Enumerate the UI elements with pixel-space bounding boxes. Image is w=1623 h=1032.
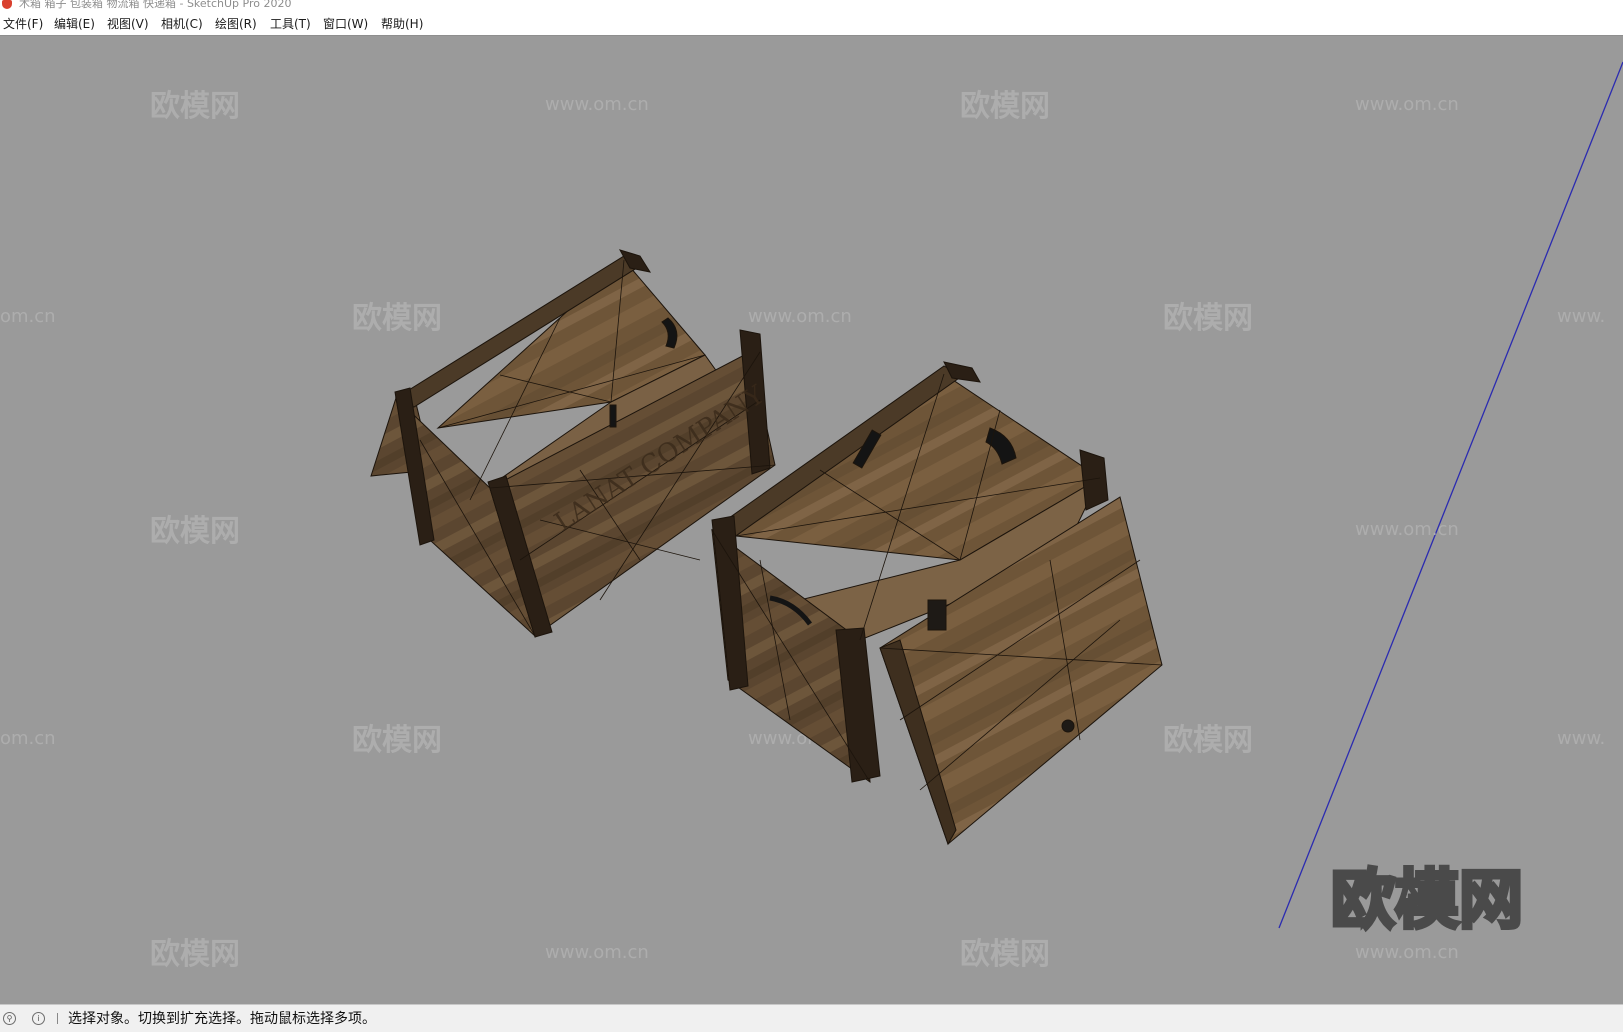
menu-file[interactable]: 文件(F) [3, 16, 43, 32]
watermark-brand: 欧模网 [150, 937, 240, 972]
watermark-brand: 欧模网 [352, 723, 442, 758]
watermark-brand: 欧模网 [150, 89, 240, 124]
watermark-brand: 欧模网 [1163, 723, 1253, 758]
watermark-url: www.om.cn [1355, 942, 1459, 963]
menu-window[interactable]: 窗口(W) [323, 16, 368, 32]
watermark-brand: 欧模网 [352, 301, 442, 336]
watermark-url-partial: om.cn [0, 728, 56, 749]
window-title: 木箱 箱子 包装箱 物流箱 快递箱 - SketchUp Pro 2020 [19, 0, 292, 10]
menu-bar: 文件(F) 编辑(E) 视图(V) 相机(C) 绘图(R) 工具(T) 窗口(W… [0, 12, 1623, 36]
status-separator [57, 1013, 58, 1024]
menu-tools[interactable]: 工具(T) [270, 16, 311, 32]
status-message: 选择对象。切换到扩充选择。拖动鼠标选择多项。 [68, 1011, 376, 1027]
title-bar: 木箱 箱子 包装箱 物流箱 快递箱 - SketchUp Pro 2020 [0, 0, 1623, 12]
menu-view[interactable]: 视图(V) [107, 16, 149, 32]
watermark-url: www.om.cn [1355, 94, 1459, 115]
watermark-url: www.om.cn [545, 94, 649, 115]
geo-location-icon[interactable]: ⚲ [3, 1012, 16, 1025]
menu-help[interactable]: 帮助(H) [381, 16, 423, 32]
sketchup-logo-icon [2, 0, 12, 9]
watermark-brand: 欧模网 [1163, 301, 1253, 336]
watermark-logo: 欧模网 [1331, 864, 1523, 938]
right-crate-model[interactable] [711, 361, 1163, 846]
menu-draw[interactable]: 绘图(R) [215, 16, 257, 32]
watermark-url: www.om.cn [1355, 519, 1459, 540]
status-bar: ⚲ i 选择对象。切换到扩充选择。拖动鼠标选择多项。 [0, 1004, 1623, 1032]
watermark-url: www.om.cn [545, 942, 649, 963]
menu-camera[interactable]: 相机(C) [161, 16, 203, 32]
watermark-url-partial: om.cn [0, 306, 56, 327]
watermark-url-partial: www. [1557, 306, 1605, 327]
watermark-url-partial: www. [1557, 728, 1605, 749]
watermark-brand: 欧模网 [960, 937, 1050, 972]
viewport-canvas[interactable]: 欧模网 www.om.cn 欧模网 www.om.cn om.cn 欧模网 ww… [0, 36, 1623, 1004]
model-viewport[interactable]: 欧模网 www.om.cn 欧模网 www.om.cn om.cn 欧模网 ww… [0, 36, 1623, 1004]
info-icon[interactable]: i [32, 1012, 45, 1025]
watermark-brand: 欧模网 [150, 514, 240, 549]
menu-edit[interactable]: 编辑(E) [54, 16, 95, 32]
watermark-brand: 欧模网 [960, 89, 1050, 124]
blue-axis-line [1278, 61, 1623, 929]
watermark-url: www.om.cn [748, 306, 852, 327]
